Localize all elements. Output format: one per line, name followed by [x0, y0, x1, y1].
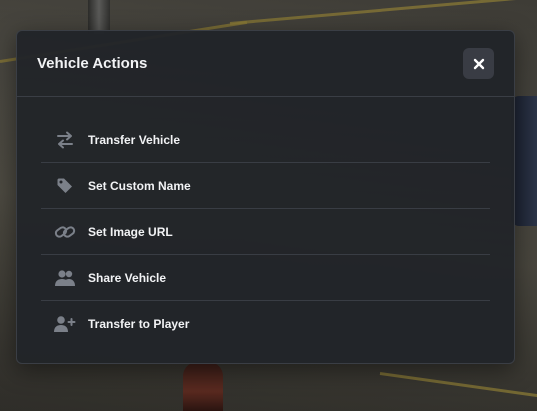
action-share-vehicle[interactable]: Share Vehicle	[41, 255, 490, 301]
user-plus-icon	[53, 312, 77, 336]
action-label: Transfer Vehicle	[88, 132, 181, 147]
action-list: Transfer Vehicle Set Custom Name Set Ima…	[41, 117, 490, 346]
background-post	[88, 0, 110, 34]
action-set-custom-name[interactable]: Set Custom Name	[41, 163, 490, 209]
vehicle-actions-modal: Vehicle Actions Transfer Vehicle Set Cus…	[16, 30, 515, 364]
action-transfer-to-player[interactable]: Transfer to Player	[41, 301, 490, 346]
action-set-image-url[interactable]: Set Image URL	[41, 209, 490, 255]
tag-icon	[53, 174, 77, 198]
action-label: Share Vehicle	[88, 270, 167, 285]
action-label: Set Custom Name	[88, 178, 191, 193]
modal-header: Vehicle Actions	[17, 31, 514, 97]
close-icon	[473, 58, 484, 69]
transfer-arrows-icon	[53, 128, 77, 152]
action-label: Transfer to Player	[88, 316, 190, 331]
link-icon	[53, 220, 77, 244]
close-button[interactable]	[463, 48, 494, 79]
users-icon	[53, 266, 77, 290]
action-label: Set Image URL	[88, 224, 173, 239]
action-transfer-vehicle[interactable]: Transfer Vehicle	[41, 117, 490, 163]
modal-title: Vehicle Actions	[37, 55, 148, 72]
background-character	[183, 362, 223, 411]
